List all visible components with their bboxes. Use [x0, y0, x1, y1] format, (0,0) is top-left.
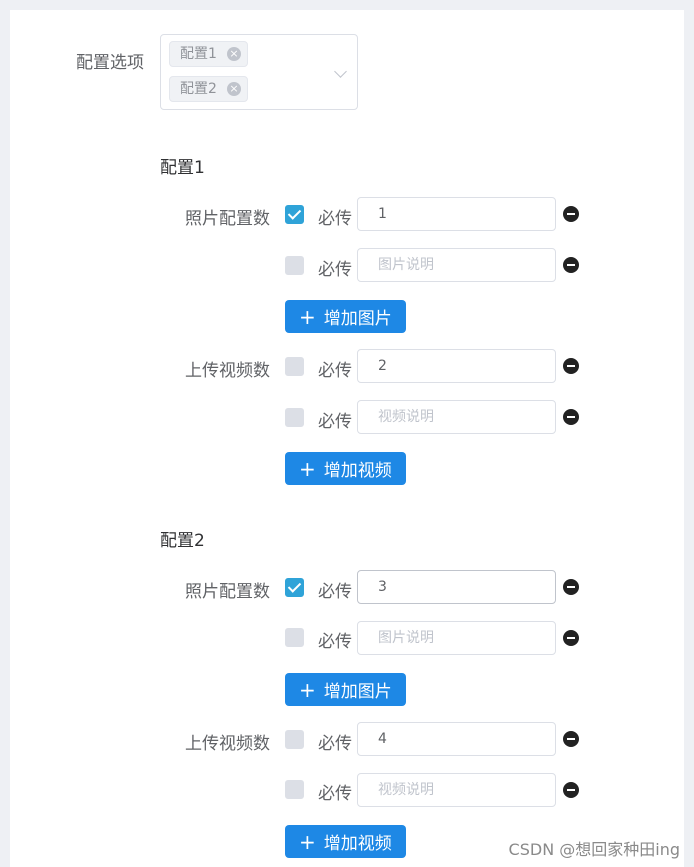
required-checkbox[interactable] [285, 205, 304, 224]
plus-icon: + [299, 456, 316, 481]
required-label: 必传 [318, 784, 352, 804]
required-checkbox[interactable] [285, 408, 304, 427]
tag-close-icon[interactable]: × [226, 82, 241, 96]
config-multiselect[interactable]: 配置1 × 配置2 × [160, 34, 358, 110]
remove-row-icon[interactable] [563, 358, 579, 374]
remove-row-icon[interactable] [563, 731, 579, 747]
required-label: 必传 [318, 361, 352, 381]
video-description-input[interactable] [357, 773, 556, 807]
required-checkbox[interactable] [285, 256, 304, 275]
required-label: 必传 [318, 734, 352, 754]
watermark: CSDN @想回家种田ing [508, 840, 680, 859]
photo-description-input[interactable] [357, 248, 556, 282]
plus-icon: + [299, 304, 316, 329]
add-video-button-label: 增加视频 [323, 461, 392, 481]
remove-row-icon[interactable] [563, 630, 579, 646]
photo-count-label: 照片配置数 [185, 209, 270, 229]
plus-icon: + [299, 829, 316, 854]
remove-row-icon[interactable] [563, 206, 579, 222]
plus-icon: + [299, 677, 316, 702]
remove-row-icon[interactable] [563, 782, 579, 798]
required-label: 必传 [318, 412, 352, 432]
add-photo-button[interactable]: + 增加图片 [285, 673, 406, 706]
required-checkbox[interactable] [285, 357, 304, 376]
photo-count-input[interactable] [357, 570, 556, 604]
select-tag: 配置1 × [169, 41, 248, 67]
chevron-down-icon[interactable] [334, 65, 347, 78]
required-checkbox[interactable] [285, 628, 304, 647]
config-select-label: 配置选项 [76, 53, 144, 73]
select-tag: 配置2 × [169, 76, 248, 102]
video-count-label: 上传视频数 [185, 361, 270, 381]
required-checkbox[interactable] [285, 780, 304, 799]
remove-row-icon[interactable] [563, 579, 579, 595]
required-checkbox[interactable] [285, 730, 304, 749]
required-label: 必传 [318, 582, 352, 602]
section-title: 配置2 [160, 531, 205, 551]
add-video-button[interactable]: + 增加视频 [285, 825, 406, 858]
select-tag-label: 配置1 [180, 46, 217, 62]
add-photo-button-label: 增加图片 [323, 682, 392, 702]
required-label: 必传 [318, 209, 352, 229]
remove-row-icon[interactable] [563, 257, 579, 273]
required-label: 必传 [318, 260, 352, 280]
tag-close-icon[interactable]: × [226, 47, 241, 61]
photo-count-label: 照片配置数 [185, 582, 270, 602]
photo-description-input[interactable] [357, 621, 556, 655]
section-title: 配置1 [160, 158, 205, 178]
add-video-button[interactable]: + 增加视频 [285, 452, 406, 485]
add-photo-button[interactable]: + 增加图片 [285, 300, 406, 333]
add-photo-button-label: 增加图片 [323, 309, 392, 329]
video-count-input[interactable] [357, 722, 556, 756]
video-count-label: 上传视频数 [185, 734, 270, 754]
video-count-input[interactable] [357, 349, 556, 383]
required-checkbox[interactable] [285, 578, 304, 597]
required-label: 必传 [318, 632, 352, 652]
video-description-input[interactable] [357, 400, 556, 434]
select-tag-label: 配置2 [180, 81, 217, 97]
photo-count-input[interactable] [357, 197, 556, 231]
add-video-button-label: 增加视频 [323, 834, 392, 854]
remove-row-icon[interactable] [563, 409, 579, 425]
